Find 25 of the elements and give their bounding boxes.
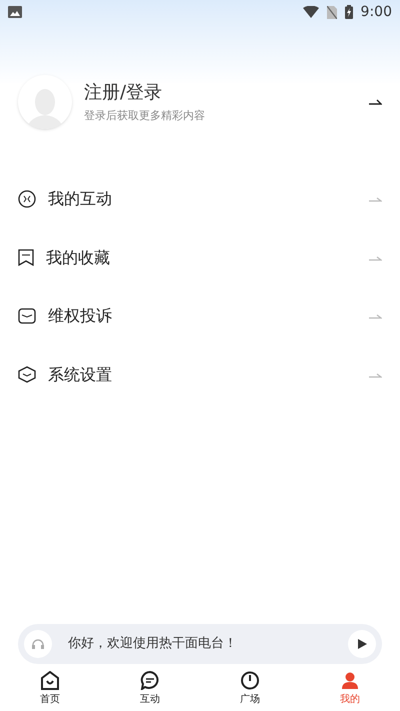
menu-item[interactable]: 系统设置: [48, 362, 368, 387]
tab-item[interactable]: 我的: [300, 667, 400, 711]
player-message: 你好，欢迎使用热干面电台！: [68, 635, 238, 654]
play-button[interactable]: [348, 630, 376, 658]
login-hint: 登录后获取更多精彩内容: [84, 108, 206, 124]
menu-item[interactable]: 我的收藏: [46, 246, 368, 270]
tab-item[interactable]: 首页: [0, 667, 100, 711]
tab-item[interactable]: 广场: [200, 667, 300, 711]
chat-icon: [140, 671, 160, 690]
login-title[interactable]: 注册/登录: [84, 80, 368, 106]
person-icon: [340, 671, 360, 690]
battery-icon: [344, 5, 353, 19]
status-time: 9:00: [360, 2, 392, 22]
play-icon: [358, 639, 366, 649]
hexagon-icon: [18, 366, 36, 384]
image-icon: [8, 6, 22, 18]
headphones-icon: [24, 630, 52, 658]
home-icon: [40, 671, 60, 690]
wifi-icon: [302, 6, 319, 18]
menu-item[interactable]: 维权投诉: [48, 304, 368, 328]
menu-item[interactable]: 我的互动: [48, 187, 368, 212]
no-sim-icon: [326, 6, 337, 18]
envelope-icon: [18, 308, 36, 324]
bookmark-icon: [18, 249, 34, 266]
tab-item[interactable]: 互动: [100, 667, 200, 711]
